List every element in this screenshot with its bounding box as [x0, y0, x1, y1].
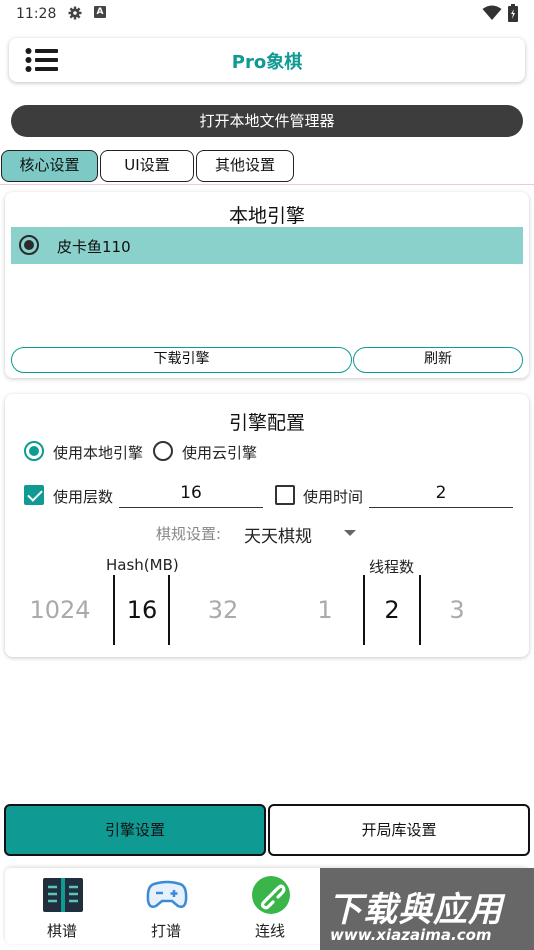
- engine-list-item[interactable]: 皮卡鱼110: [11, 227, 523, 264]
- threads-option[interactable]: 1: [300, 596, 350, 624]
- open-file-manager-button[interactable]: 打开本地文件管理器: [11, 105, 523, 137]
- nav-label: 打谱: [150, 922, 181, 940]
- wifi-icon: [482, 5, 502, 20]
- status-bar: 11:28 A: [0, 0, 534, 28]
- watermark-title: 下载與应用: [328, 890, 503, 930]
- link-icon: [252, 876, 290, 914]
- hash-option-selected[interactable]: 16: [116, 596, 168, 624]
- status-time: 11:28: [16, 6, 57, 22]
- notification-a-icon: A: [94, 6, 106, 18]
- hash-picker-right-line: [168, 575, 170, 645]
- settings-gear-icon: [68, 6, 82, 20]
- tab-divider: [0, 184, 534, 185]
- use-depth-checkbox[interactable]: [24, 485, 44, 505]
- nav-item-game-records[interactable]: 棋谱: [10, 868, 114, 944]
- rule-settings-label: 棋规设置:: [156, 525, 222, 543]
- gamepad-icon: [146, 880, 188, 908]
- local-engine-title: 本地引擎: [228, 205, 305, 227]
- engine-config-title: 引擎配置: [228, 412, 305, 434]
- watermark-url: www.xiazaima.com: [330, 926, 492, 944]
- battery-icon: [508, 4, 518, 22]
- refresh-button[interactable]: 刷新: [353, 347, 523, 373]
- app-bar: Pro象棋: [9, 38, 525, 82]
- tab-other-settings[interactable]: 其他设置: [196, 150, 294, 182]
- nav-item-manual-play[interactable]: 打谱: [114, 868, 218, 944]
- dropdown-arrow-icon[interactable]: [344, 530, 356, 536]
- depth-input[interactable]: 16: [119, 482, 263, 508]
- watermark-overlay: 下载與应用 www.xiazaima.com: [320, 868, 534, 950]
- hash-picker-left-line: [113, 575, 115, 645]
- threads-picker-left-line: [363, 575, 365, 645]
- hash-option[interactable]: 1024: [20, 596, 100, 624]
- use-cloud-engine-label: 使用云引擎: [182, 444, 258, 462]
- tab-core-settings[interactable]: 核心设置: [1, 150, 98, 182]
- use-local-engine-label: 使用本地引擎: [53, 444, 144, 462]
- use-time-label: 使用时间: [303, 488, 364, 506]
- use-depth-label: 使用层数: [53, 488, 114, 506]
- engine-settings-button[interactable]: 引擎设置: [4, 804, 266, 856]
- nav-label: 棋谱: [46, 922, 77, 940]
- hash-option[interactable]: 32: [190, 596, 256, 624]
- book-icon: [43, 878, 83, 912]
- rule-select-value[interactable]: 天天棋规: [244, 522, 312, 547]
- tab-ui-settings[interactable]: UI设置: [100, 150, 194, 182]
- engine-name: 皮卡鱼110: [57, 238, 131, 256]
- download-engine-button[interactable]: 下载引擎: [11, 347, 352, 373]
- app-title: Pro象棋: [231, 52, 303, 73]
- engine-radio[interactable]: [19, 235, 39, 255]
- hash-label: Hash(MB): [106, 556, 179, 574]
- threads-label: 线程数: [369, 558, 415, 576]
- nav-item-connect[interactable]: 连线: [218, 868, 322, 944]
- threads-option-selected[interactable]: 2: [366, 596, 418, 624]
- use-local-engine-radio[interactable]: [24, 441, 44, 461]
- threads-picker-right-line: [419, 575, 421, 645]
- use-cloud-engine-radio[interactable]: [153, 441, 173, 461]
- use-time-checkbox[interactable]: [275, 485, 295, 505]
- nav-label: 连线: [254, 922, 285, 940]
- threads-option[interactable]: 3: [432, 596, 482, 624]
- opening-book-settings-button[interactable]: 开局库设置: [268, 804, 530, 856]
- time-input[interactable]: 2: [369, 482, 513, 508]
